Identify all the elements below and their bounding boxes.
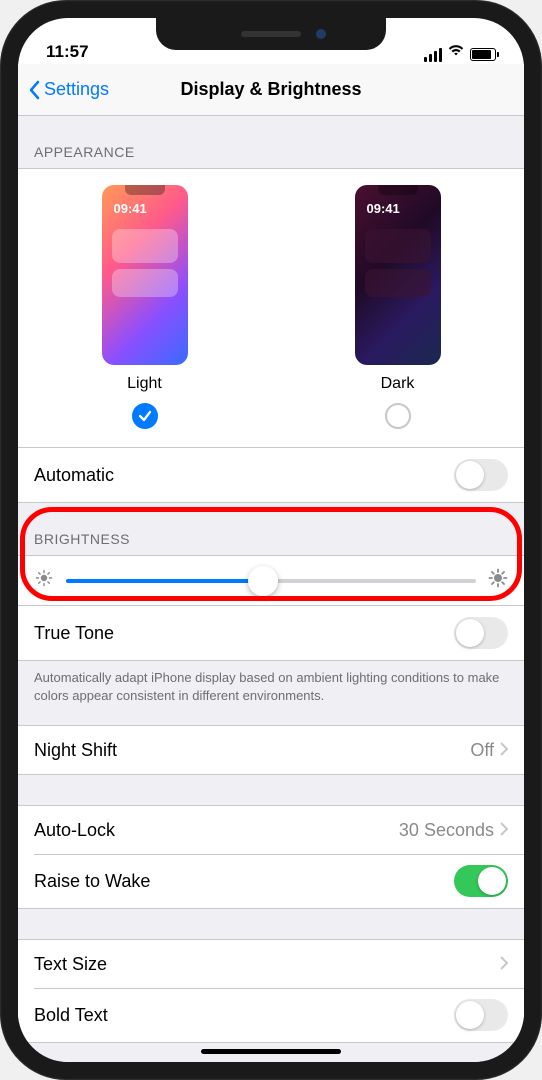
automatic-row[interactable]: Automatic [18, 447, 524, 502]
appearance-option-light[interactable]: 09:41 Light [102, 185, 188, 429]
phone-frame: 11:57 Settings Display & Brightness APPE… [0, 0, 542, 1080]
light-radio[interactable] [132, 403, 158, 429]
true-tone-note: Automatically adapt iPhone display based… [18, 661, 524, 725]
appearance-options: 09:41 Light 09:4 [18, 169, 524, 447]
text-size-label: Text Size [34, 954, 107, 975]
auto-lock-value: 30 Seconds [399, 820, 494, 841]
light-label: Light [102, 375, 188, 393]
chevron-right-icon [500, 820, 508, 841]
light-preview-icon: 09:41 [102, 185, 188, 365]
sun-high-icon [488, 568, 508, 593]
true-tone-row[interactable]: True Tone [18, 606, 524, 660]
text-size-row[interactable]: Text Size [18, 940, 524, 988]
raise-to-wake-label: Raise to Wake [34, 871, 150, 892]
notch [156, 18, 386, 50]
brightness-slider[interactable] [66, 579, 476, 583]
raise-to-wake-row[interactable]: Raise to Wake [18, 854, 524, 908]
night-shift-label: Night Shift [34, 740, 117, 761]
chevron-right-icon [500, 954, 508, 975]
dark-radio[interactable] [385, 403, 411, 429]
battery-icon [470, 48, 496, 61]
dark-label: Dark [355, 375, 441, 393]
brightness-header: BRIGHTNESS [18, 503, 524, 555]
bold-text-toggle[interactable] [454, 999, 508, 1031]
automatic-toggle[interactable] [454, 459, 508, 491]
bold-text-label: Bold Text [34, 1005, 108, 1026]
screen: 11:57 Settings Display & Brightness APPE… [18, 18, 524, 1062]
back-label: Settings [44, 79, 109, 100]
appearance-option-dark[interactable]: 09:41 Dark [355, 185, 441, 429]
night-shift-value: Off [470, 740, 494, 761]
wifi-icon [447, 42, 465, 62]
brightness-slider-row[interactable] [18, 556, 524, 605]
check-icon [138, 409, 152, 423]
chevron-left-icon [28, 80, 40, 100]
back-button[interactable]: Settings [28, 79, 109, 100]
raise-to-wake-toggle[interactable] [454, 865, 508, 897]
home-indicator[interactable] [201, 1049, 341, 1054]
automatic-label: Automatic [34, 465, 114, 486]
true-tone-label: True Tone [34, 623, 114, 644]
auto-lock-label: Auto-Lock [34, 820, 115, 841]
dark-preview-icon: 09:41 [355, 185, 441, 365]
sun-low-icon [34, 568, 54, 593]
nav-bar: Settings Display & Brightness [18, 64, 524, 116]
auto-lock-row[interactable]: Auto-Lock 30 Seconds [18, 806, 524, 854]
chevron-right-icon [500, 740, 508, 761]
appearance-header: APPEARANCE [18, 116, 524, 168]
bold-text-row[interactable]: Bold Text [18, 988, 524, 1042]
night-shift-row[interactable]: Night Shift Off [18, 726, 524, 774]
true-tone-toggle[interactable] [454, 617, 508, 649]
cellular-icon [424, 48, 442, 62]
status-time: 11:57 [46, 42, 89, 62]
